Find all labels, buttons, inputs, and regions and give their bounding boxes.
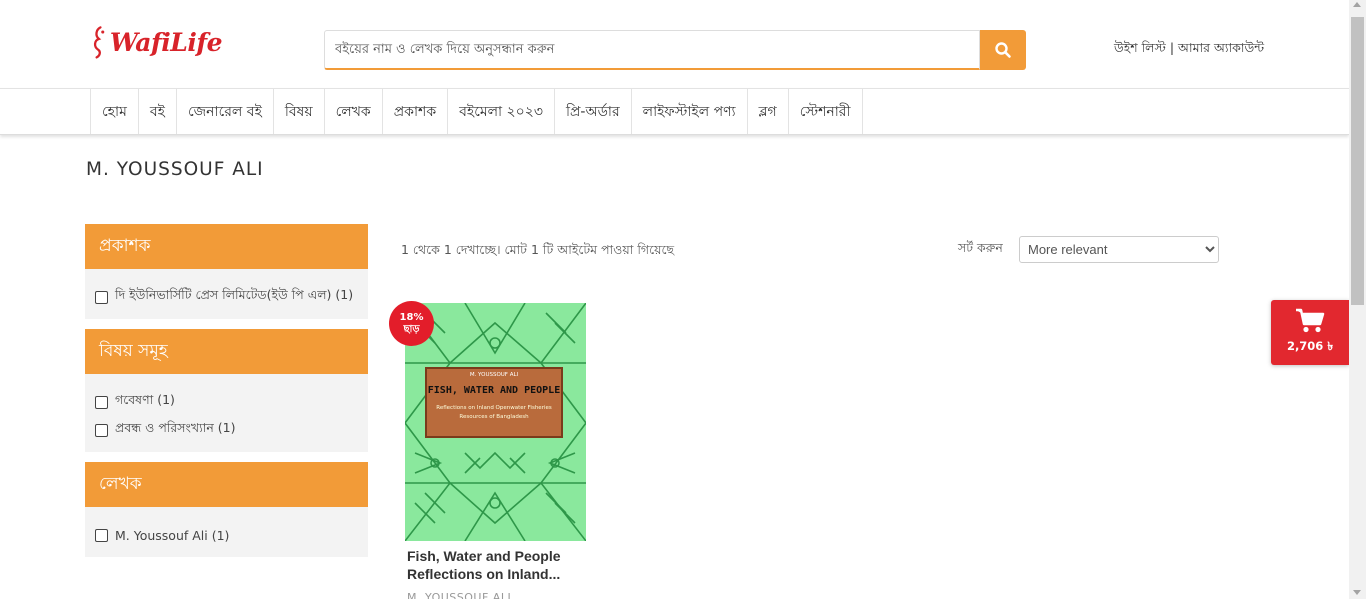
scroll-down-icon[interactable]	[1353, 590, 1361, 595]
discount-badge: 18% ছাড়	[389, 301, 434, 346]
nav-item-authors[interactable]: লেখক	[323, 89, 382, 134]
filter-option-label: গবেষণা (1)	[115, 392, 175, 407]
product-author[interactable]: M. YOUSSOUF ALI	[407, 591, 511, 599]
checkbox[interactable]	[95, 395, 108, 409]
search-icon	[995, 42, 1011, 58]
logo-text: WafiLife	[109, 27, 223, 57]
nav-item-lifestyle[interactable]: লাইফস্টাইল পণ্য	[630, 89, 747, 134]
filter-option[interactable]: দি ইউনিভার্সিটি প্রেস লিমিটেড(ইউ পি এল) …	[95, 283, 368, 311]
sort-label: সর্ট করুন	[958, 240, 1003, 255]
filter-heading: বিষয় সমূহ	[85, 329, 368, 374]
cart-total: 2,706 ৳	[1286, 339, 1334, 353]
checkbox[interactable]	[95, 528, 108, 542]
site-header: WafiLife উইশ লিস্ট | আমার অ্যাকাউন্ট	[0, 0, 1349, 88]
checkbox[interactable]	[95, 423, 108, 437]
cover-title-plate: M. YOUSSOUF ALI FISH, WATER AND PEOPLE R…	[425, 367, 563, 438]
cover-author: M. YOUSSOUF ALI	[469, 372, 519, 378]
nav-item-publishers[interactable]: প্রকাশক	[381, 89, 447, 134]
discount-word: ছাড়	[403, 323, 420, 335]
product-title-line1: Fish, Water and People	[407, 548, 561, 564]
result-summary: 1 থেকে 1 দেখাচ্ছে। মোট 1 টি আইটেম পাওয়া…	[401, 242, 675, 257]
filter-publisher: প্রকাশক দি ইউনিভার্সিটি প্রেস লিমিটেড(ইউ…	[85, 224, 368, 319]
filter-option[interactable]: M. Youssouf Ali (1)	[95, 521, 368, 549]
search-bar	[324, 30, 1026, 70]
main-nav: হোম বই জেনারেল বই বিষয় লেখক প্রকাশক বইম…	[0, 88, 1349, 135]
product-cover-image[interactable]: M. YOUSSOUF ALI FISH, WATER AND PEOPLE R…	[405, 303, 586, 541]
account-separator: |	[1165, 40, 1179, 55]
nav-item-pre-order[interactable]: প্রি-অর্ডার	[553, 89, 631, 134]
nav-item-subjects[interactable]: বিষয়	[272, 89, 324, 134]
filter-author: লেখক M. Youssouf Ali (1)	[85, 462, 368, 557]
nav-item-blog[interactable]: ব্লগ	[746, 89, 788, 134]
filter-option[interactable]: প্রবন্ধ ও পরিসংখ্যান (1)	[95, 416, 368, 444]
product-title[interactable]: Fish, Water and People Reflections on In…	[407, 547, 587, 583]
discount-percent: 18%	[399, 311, 424, 323]
cover-title: FISH, WATER AND PEOPLE	[427, 385, 561, 396]
nav-item-book-fair[interactable]: বইমেলা ২০২৩	[447, 89, 554, 134]
site-logo[interactable]: WafiLife	[92, 18, 223, 66]
filter-heading: লেখক	[85, 462, 368, 507]
filter-option[interactable]: গবেষণা (1)	[95, 388, 368, 416]
search-input[interactable]	[324, 30, 980, 70]
search-button[interactable]	[980, 30, 1026, 70]
filter-option-label: M. Youssouf Ali (1)	[115, 527, 230, 543]
page-title: M. YOUSSOUF ALI	[86, 159, 264, 180]
my-account-link[interactable]: আমার অ্যাকাউন্ট	[1178, 40, 1264, 55]
nav-item-stationery[interactable]: স্টেশনারী	[787, 89, 863, 134]
shopping-cart-icon	[1296, 308, 1325, 333]
scroll-thumb[interactable]	[1351, 17, 1364, 305]
wishlist-link[interactable]: উইশ লিস্ট	[1114, 40, 1166, 55]
cover-subtitle: Reflections on Inland Openwater Fisherie…	[427, 404, 561, 422]
sort-select[interactable]: More relevant	[1019, 236, 1219, 263]
checkbox[interactable]	[95, 290, 108, 304]
filter-heading: প্রকাশক	[85, 224, 368, 269]
filter-option-label: প্রবন্ধ ও পরিসংখ্যান (1)	[115, 420, 236, 435]
filter-subjects: বিষয় সমূহ গবেষণা (1) প্রবন্ধ ও পরিসংখ্য…	[85, 329, 368, 452]
page-scrollbar[interactable]	[1349, 0, 1366, 599]
page: WafiLife উইশ লিস্ট | আমার অ্যাকাউন্ট হোম…	[0, 0, 1366, 599]
nav-item-general-books[interactable]: জেনারেল বই	[175, 89, 273, 134]
filter-option-label: দি ইউনিভার্সিটি প্রেস লিমিটেড(ইউ পি এল) …	[115, 287, 354, 302]
scroll-up-icon[interactable]	[1353, 2, 1361, 7]
product-title-line2: Reflections on Inland...	[407, 566, 561, 582]
cover-subtitle-line2: Resources of Bangladesh	[459, 414, 529, 420]
nav-item-books[interactable]: বই	[137, 89, 176, 134]
floating-cart-button[interactable]: 2,706 ৳	[1271, 300, 1349, 365]
logo-mark-icon	[93, 26, 105, 59]
nav-item-home[interactable]: হোম	[90, 89, 138, 134]
account-links: উইশ লিস্ট | আমার অ্যাকাউন্ট	[1114, 40, 1264, 60]
cover-subtitle-line1: Reflections on Inland Openwater Fisherie…	[436, 405, 552, 411]
